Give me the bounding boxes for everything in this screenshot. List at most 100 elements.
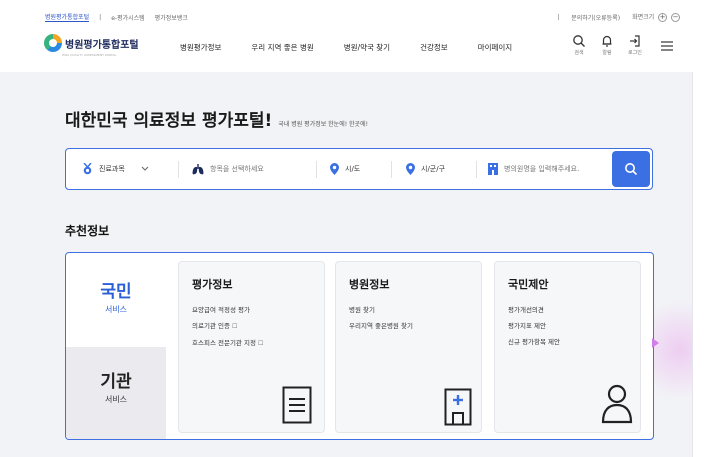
card-link[interactable]: 의료기관 인증 ☐ [192,318,263,335]
site-link-e-system[interactable]: e-평가시스템 [111,13,144,22]
sido-label: 시/도 [345,165,361,173]
header-actions: 검색 알림 로그인 [570,34,644,56]
header-alarm-button[interactable]: 알림 [598,34,616,56]
main-nav: 병원평가정보 우리 지역 좋은 병원 병원/약국 찾기 건강정보 마이페이지 [180,42,542,53]
external-link-icon: ☐ [232,323,238,330]
tab-institution-sub: 서비스 [104,395,128,404]
person-icon [601,384,633,424]
card-title: 국민제안 [508,278,549,291]
logo-mark-icon [44,34,62,52]
card-link-text: 호스피스 전문기관 지정 [192,339,256,347]
search-divider [178,161,179,178]
card-link-text: 평가개선의견 [508,306,544,314]
hospital-search-bar: 진료과목 항목을 선택하세요 시/도 시/군/구 병의원명을 입력해주세요. [65,148,653,190]
zoom-in-button[interactable]: + [658,13,668,22]
card-link[interactable]: 호스피스 전문기관 지정 ☐ [192,335,263,352]
nav-item-assessment-info[interactable]: 병원평가정보 [180,42,221,53]
zoom-out-button[interactable]: − [671,13,680,22]
inquiry-link[interactable]: 문의하기(오류등록) [571,13,620,22]
header-search-button[interactable]: 검색 [570,34,588,56]
map-pin-icon [330,163,339,175]
nav-item-health-info[interactable]: 건강정보 [420,42,448,53]
tab-institution-label: 기관 [100,372,132,392]
decorative-arrow [652,338,659,348]
sido-select[interactable]: 시/도 [330,149,360,189]
header-login-button[interactable]: 로그인 [626,34,644,56]
search-divider [476,161,477,178]
site-logo[interactable]: 병원평가통합포털 [44,34,139,52]
tab-citizen-label: 국민 [100,282,132,302]
card-link-text: 요양급여 적정성 평가 [192,306,250,314]
medal-icon [83,163,92,175]
site-link-info-bank[interactable]: 평가정보뱅크 [155,13,188,22]
nav-item-find-hospital[interactable]: 병원/약국 찾기 [344,42,390,53]
alarm-label: 알림 [602,50,612,56]
bell-icon [602,35,612,47]
card-citizen-proposal: 국민제안 평가개선의견 평가지표 제안 신규 평가항목 제안 [494,261,641,433]
logo-text: 병원평가통합포털 [65,39,139,51]
card-title: 병원정보 [349,278,390,291]
nav-item-mypage[interactable]: 마이페이지 [478,42,513,53]
sigungu-label: 시/군/구 [421,165,446,173]
item-placeholder: 항목을 선택하세요 [210,165,264,173]
search-label: 검색 [574,50,584,56]
chevron-down-icon [141,166,149,171]
utility-links: | 문의하기(오류등록) 화면크기 + − [557,12,680,22]
document-icon [282,386,312,424]
tab-citizen-sub: 서비스 [104,305,128,314]
zoom-label: 화면크기 [632,14,655,21]
search-icon [625,163,638,176]
logo-subtext: HIRA QUALITY ASSESSMENT PORTAL [62,53,117,57]
hamburger-menu-icon[interactable] [660,40,674,52]
recommend-title: 추천정보 [65,224,110,238]
recommend-panel: 국민 서비스 기관 서비스 평가정보 요양급여 적정성 평가 의료기관 인증 ☐… [65,252,654,440]
utility-bar: 병원평가통합포털 | e-평가시스템 평가정보뱅크 | 문의하기(오류등록) 화… [0,0,720,32]
card-link-text: 평가지표 제안 [508,322,546,330]
card-links: 병원 찾기 우리지역 좋은병원 찾기 [349,302,413,334]
department-select[interactable]: 진료과목 [82,149,149,189]
card-link[interactable]: 신규 평가항목 제안 [508,334,560,350]
sigungu-select[interactable]: 시/군/구 [406,149,445,189]
card-link[interactable]: 요양급여 적정성 평가 [192,302,263,318]
util-divider: | [557,13,560,21]
card-link-text: 우리지역 좋은병원 찾기 [349,322,413,330]
main-header: 병원평가통합포털 HIRA QUALITY ASSESSMENT PORTAL … [0,32,720,68]
card-hospital-info: 병원정보 병원 찾기 우리지역 좋은병원 찾기 [335,261,482,433]
site-links: 병원평가통합포털 | e-평가시스템 평가정보뱅크 [45,12,188,22]
hospital-name-input[interactable]: 병의원명을 입력해주세요. [488,149,579,189]
site-divider: | [99,13,102,21]
zoom-control: 화면크기 + − [632,12,680,22]
hero-headline: 대한민국 의료정보 평가포털! 국내 병원 평가정보 한눈에! 한곳에! [65,106,368,131]
hero-subtitle: 국내 병원 평가정보 한눈에! 한곳에! [278,121,369,128]
hospital-name-placeholder: 병의원명을 입력해주세요. [504,165,580,173]
lungs-icon [192,163,204,174]
card-link-text: 신규 평가항목 제안 [508,338,560,346]
search-divider [316,161,317,178]
search-submit-button[interactable] [612,151,650,187]
tab-institution-service[interactable]: 기관 서비스 [66,347,166,439]
map-pin-icon [406,163,415,175]
hero-title: 대한민국 의료정보 평가포털! [65,111,273,131]
card-title: 평가정보 [192,278,233,291]
page-edge-line [692,72,693,457]
card-link[interactable]: 평가개선의견 [508,302,560,318]
card-link-text: 의료기관 인증 [192,322,230,330]
card-link[interactable]: 우리지역 좋은병원 찾기 [349,318,413,334]
tab-citizen-service[interactable]: 국민 서비스 [66,253,166,347]
department-label: 진료과목 [99,165,125,173]
hospital-building-icon [444,388,472,426]
building-icon [488,163,498,175]
card-link[interactable]: 병원 찾기 [349,302,413,318]
nav-item-good-hospital[interactable]: 우리 지역 좋은 병원 [251,42,313,53]
login-icon [630,35,640,47]
card-assessment-info: 평가정보 요양급여 적정성 평가 의료기관 인증 ☐ 호스피스 전문기관 지정 … [178,261,325,433]
item-select[interactable]: 항목을 선택하세요 [192,149,264,189]
card-links: 요양급여 적정성 평가 의료기관 인증 ☐ 호스피스 전문기관 지정 ☐ [192,302,263,352]
card-link-text: 병원 찾기 [349,306,375,314]
login-label: 로그인 [628,50,642,56]
search-divider [391,161,392,178]
card-link[interactable]: 평가지표 제안 [508,318,560,334]
card-links: 평가개선의견 평가지표 제안 신규 평가항목 제안 [508,302,560,350]
search-icon [573,35,585,47]
site-link-portal[interactable]: 병원평가통합포털 [45,12,90,22]
